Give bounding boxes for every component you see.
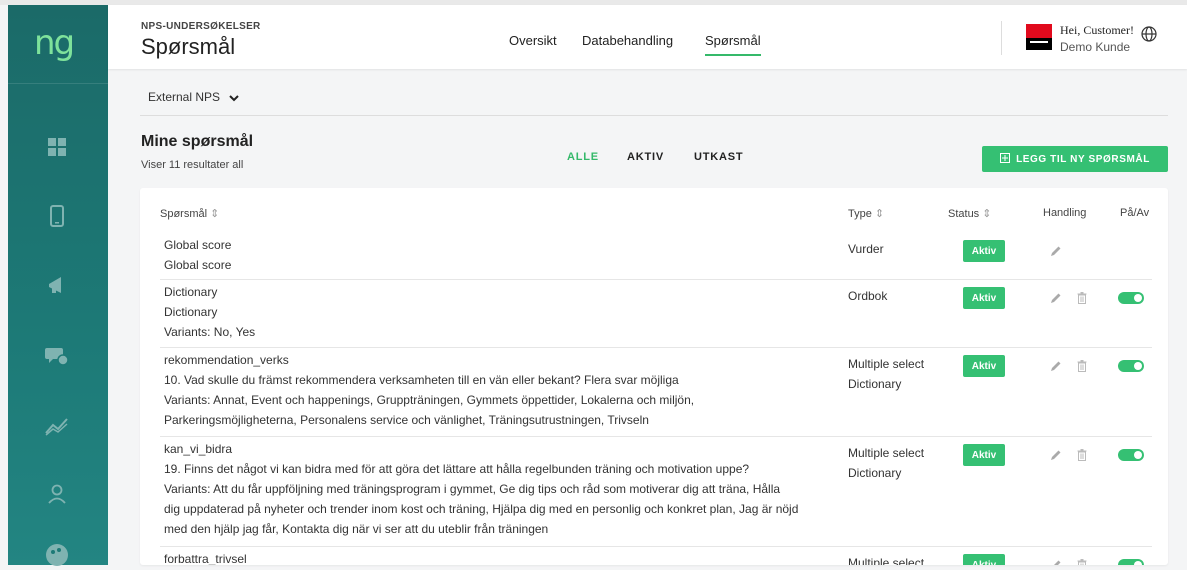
mobile-icon[interactable]: [42, 201, 72, 231]
filter-alle[interactable]: ALLE: [567, 151, 599, 163]
delete-icon[interactable]: [1077, 291, 1087, 309]
type-line: Vurder: [848, 242, 884, 256]
questions-table: Spørsmål ⇕ Type ⇕ Status ⇕ Handling På/A…: [140, 188, 1168, 565]
type-line: Ordbok: [848, 289, 888, 303]
survey-selector-label: External NPS: [148, 90, 221, 104]
trend-icon[interactable]: [42, 411, 72, 441]
customer-logo: [1026, 24, 1052, 50]
header-divider: [1001, 21, 1002, 55]
column-header-type[interactable]: Type ⇕: [848, 207, 884, 220]
delete-icon[interactable]: [1077, 448, 1087, 466]
active-toggle[interactable]: [1118, 292, 1144, 304]
table-row: forbattra_trivsel Multiple select Aktiv: [160, 546, 1152, 565]
sidebar: ng: [8, 5, 108, 566]
delete-icon[interactable]: [1077, 558, 1087, 565]
survey-selector[interactable]: External NPS: [148, 90, 240, 105]
question-line: Dictionary: [164, 305, 218, 319]
type-line: Multiple select: [848, 357, 925, 371]
toggle-knob: [1134, 362, 1142, 370]
question-line: Variants: No, Yes: [164, 325, 256, 339]
status-badge: Aktiv: [963, 287, 1005, 309]
nav-sporsmal[interactable]: Spørsmål: [705, 33, 761, 56]
nav-databehandling[interactable]: Databehandling: [582, 33, 673, 48]
status-badge: Aktiv: [963, 240, 1005, 262]
question-type: Multiple select Dictionary: [848, 354, 924, 394]
edit-icon[interactable]: [1050, 558, 1062, 565]
section-title: Mine spørsmål: [141, 133, 254, 150]
question-type: Ordbok: [848, 286, 887, 306]
question-line: dig uppdaterad på nyheter och trender in…: [164, 502, 799, 516]
type-line: Multiple select: [848, 556, 925, 565]
chevron-down-icon: [229, 91, 240, 105]
edit-icon[interactable]: [1050, 448, 1062, 466]
toggle-knob: [1134, 561, 1142, 565]
type-line: Multiple select: [848, 446, 925, 460]
question-type: Multiple select Dictionary: [848, 443, 924, 483]
question-line: Parkeringsmöjligheterna, Personalens ser…: [164, 413, 649, 427]
add-question-label: LEGG TIL NY SPØRSMÅL: [1016, 153, 1150, 165]
edit-icon[interactable]: [1050, 291, 1062, 309]
type-line: Dictionary: [848, 466, 902, 480]
user-icon[interactable]: [42, 479, 72, 509]
question-type: Multiple select: [848, 553, 924, 565]
question-text: Dictionary Dictionary Variants: No, Yes: [164, 282, 255, 342]
edit-icon[interactable]: [1050, 244, 1062, 262]
result-count: Viser 11 resultater all: [141, 159, 244, 171]
filter-utkast[interactable]: UTKAST: [694, 151, 743, 163]
app-logo[interactable]: ng: [34, 23, 75, 63]
question-line: Global score: [164, 258, 232, 272]
table-row: rekommendation_verks 10. Vad skulle du fr…: [160, 347, 1152, 437]
question-text: kan_vi_bidra 19. Finns det något vi kan b…: [164, 439, 798, 539]
status-badge: Aktiv: [963, 554, 1005, 565]
question-type: Vurder: [848, 239, 884, 259]
question-line: 19. Finns det något vi kan bidra med för…: [164, 462, 750, 476]
column-header-question[interactable]: Spørsmål ⇕: [160, 207, 219, 220]
plus-square-icon: [1000, 152, 1011, 166]
table-row: Global score Global score Vurder Aktiv: [160, 232, 1152, 280]
delete-icon[interactable]: [1077, 359, 1087, 377]
question-text: forbattra_trivsel: [164, 549, 247, 565]
question-line: med den hjälp jag får, Kontakta dig när …: [164, 522, 549, 536]
globe-icon[interactable]: [1141, 26, 1157, 47]
question-text: rekommendation_verks 10. Vad skulle du fr…: [164, 350, 694, 430]
greeting: Hei, Customer!: [1060, 23, 1134, 37]
nav-oversikt[interactable]: Oversikt: [509, 33, 557, 48]
question-line: rekommendation_verks: [164, 353, 289, 367]
active-toggle[interactable]: [1118, 559, 1144, 565]
content-divider: [140, 115, 1168, 116]
status-badge: Aktiv: [963, 355, 1005, 377]
type-line: Dictionary: [848, 377, 902, 391]
table-row: kan_vi_bidra 19. Finns det något vi kan b…: [160, 436, 1152, 547]
filter-aktiv[interactable]: AKTIV: [627, 151, 664, 163]
question-line: kan_vi_bidra: [164, 442, 233, 456]
sidebar-divider: [8, 83, 108, 84]
toggle-knob: [1134, 451, 1142, 459]
top-header: NPS-UNDERSØKELSER Spørsmål Oversikt Data…: [108, 5, 1187, 69]
customer-name: Demo Kunde: [1060, 40, 1131, 54]
question-line: forbattra_trivsel: [164, 552, 247, 565]
column-header-status[interactable]: Status ⇕: [948, 207, 991, 220]
megaphone-icon[interactable]: [42, 270, 72, 300]
question-line: Variants: Annat, Event och happenings, G…: [164, 393, 695, 407]
toggle-knob: [1134, 294, 1142, 302]
edit-icon[interactable]: [1050, 359, 1062, 377]
chat-check-icon[interactable]: [42, 341, 72, 371]
active-toggle[interactable]: [1118, 360, 1144, 372]
question-line: Dictionary: [164, 285, 218, 299]
page-title: Spørsmål: [141, 34, 236, 59]
dashboard-icon[interactable]: [42, 132, 72, 162]
table-row: Dictionary Dictionary Variants: No, Yes Ord…: [160, 279, 1152, 348]
column-header-toggle: På/Av: [1120, 207, 1150, 219]
palette-icon[interactable]: [42, 540, 72, 570]
question-line: Variants: Att du får uppföljning med trä…: [164, 482, 781, 496]
active-toggle[interactable]: [1118, 449, 1144, 461]
status-badge: Aktiv: [963, 444, 1005, 466]
column-header-action: Handling: [1043, 207, 1087, 219]
question-line: 10. Vad skulle du främst rekommendera ve…: [164, 373, 679, 387]
question-text: Global score Global score: [164, 235, 231, 275]
section-kicker: NPS-UNDERSØKELSER: [141, 21, 261, 32]
question-line: Global score: [164, 238, 232, 252]
add-question-button[interactable]: LEGG TIL NY SPØRSMÅL: [982, 146, 1168, 172]
